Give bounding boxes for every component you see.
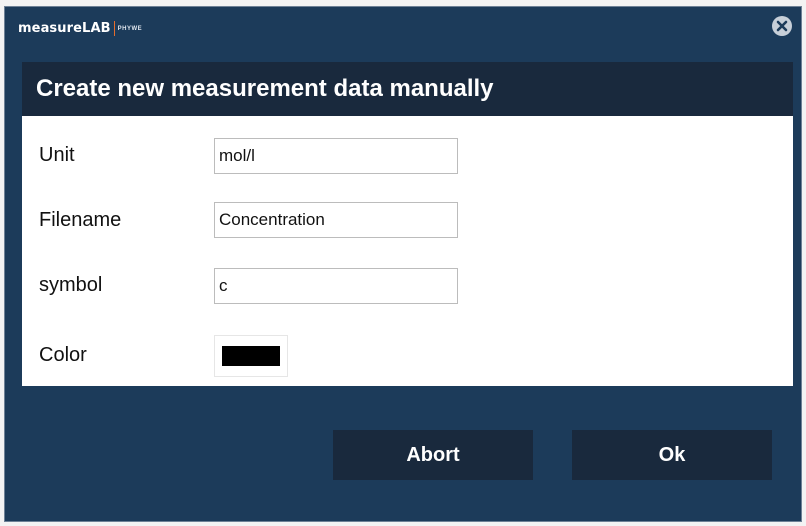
color-label: Color [39,344,87,366]
symbol-label: symbol [39,274,103,296]
title-bar: measureLAB PHYWE [5,7,801,47]
app-name: measureLAB [18,21,111,36]
filename-input[interactable] [214,202,458,238]
close-icon[interactable] [772,16,792,36]
symbol-input[interactable] [214,268,458,304]
logo-divider [113,21,115,36]
color-picker[interactable] [214,335,288,377]
dialog-title: Create new measurement data manually [22,62,793,116]
app-logo: measureLAB PHYWE [18,21,142,36]
create-measurement-dialog: Create new measurement data manually Uni… [22,62,793,386]
filename-row: Filename [22,199,793,239]
filename-label: Filename [39,209,122,231]
unit-input[interactable] [214,138,458,174]
color-row: Color [22,331,793,377]
vendor-name: PHYWE [117,25,143,32]
app-window: measureLAB PHYWE Create new measurement … [4,6,802,522]
ok-button[interactable]: Ok [572,430,772,480]
abort-button[interactable]: Abort [333,430,533,480]
color-swatch [222,346,280,366]
unit-label: Unit [39,144,75,166]
unit-row: Unit [22,135,793,175]
symbol-row: symbol [22,265,793,305]
